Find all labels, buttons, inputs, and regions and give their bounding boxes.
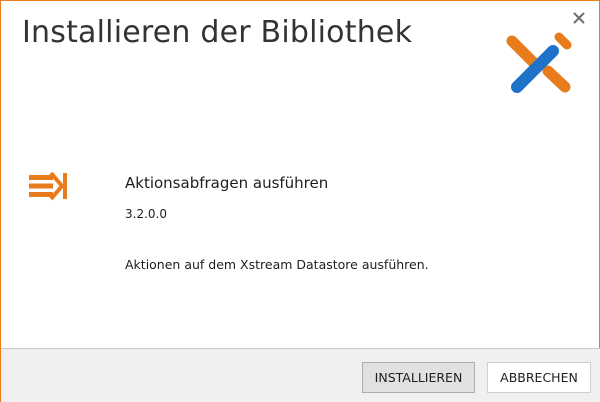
library-description: Aktionen auf dem Xstream Datastore ausfü… — [125, 257, 429, 272]
library-name: Aktionsabfragen ausführen — [125, 174, 329, 192]
library-version: 3.2.0.0 — [125, 207, 167, 221]
dialog-footer: INSTALLIEREN ABBRECHEN — [1, 348, 600, 402]
action-query-icon — [29, 171, 67, 201]
dialog-title: Installieren der Bibliothek — [22, 15, 413, 50]
cancel-button[interactable]: ABBRECHEN — [487, 362, 591, 393]
install-library-dialog: Installieren der Bibliothek Aktionsabfra… — [0, 0, 600, 402]
xstream-x-logo-icon — [506, 32, 572, 93]
install-button[interactable]: INSTALLIEREN — [362, 362, 475, 393]
close-button[interactable] — [568, 7, 590, 29]
close-icon — [573, 12, 585, 24]
